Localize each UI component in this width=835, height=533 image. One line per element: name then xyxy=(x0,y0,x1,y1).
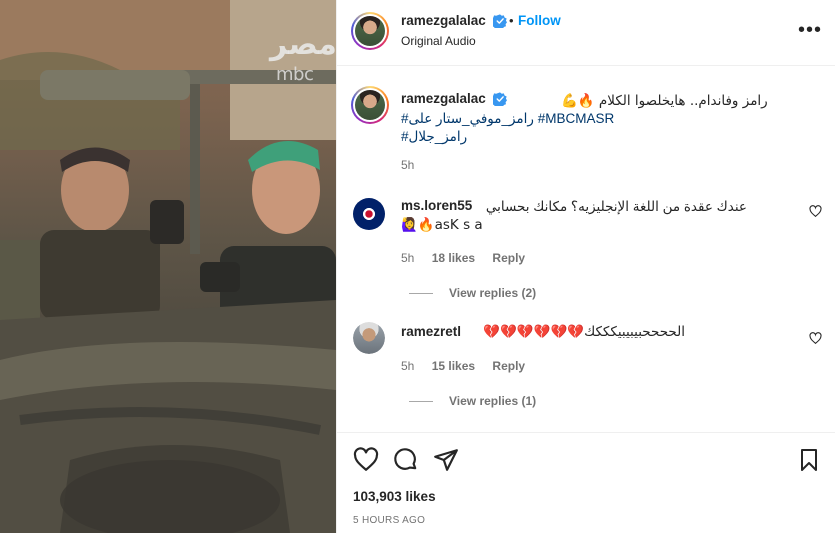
heart-icon[interactable] xyxy=(809,332,822,345)
separator-dot: • xyxy=(509,13,514,28)
comment-icon[interactable] xyxy=(393,447,419,473)
caption-hashtags-line: #رامز_موفي_ستار على #MBCMASR xyxy=(401,110,614,128)
comment-text-content: الححححبيبيبيكككك💔💔💔💔💔💔 xyxy=(483,324,685,340)
comment-meta: 5h 15 likes Reply xyxy=(401,359,539,373)
more-options-icon[interactable]: ••• xyxy=(798,20,822,40)
caption-timestamp[interactable]: 5h xyxy=(401,158,414,172)
hashtag-ramez-galal[interactable]: #رامز_جلال xyxy=(401,129,467,144)
watermark-arabic: مصر xyxy=(270,30,336,60)
view-replies-label: View replies (1) xyxy=(449,394,536,408)
comment-time[interactable]: 5h xyxy=(401,359,414,373)
view-replies-label: View replies (2) xyxy=(449,286,536,300)
caption-author-avatar[interactable] xyxy=(351,86,389,124)
reply-button[interactable]: Reply xyxy=(492,359,525,373)
caption-text: رامز وفاندام.. هايخلصوا الكلام 🔥💪 xyxy=(561,92,768,110)
divider-line xyxy=(409,401,433,402)
commenter-avatar[interactable] xyxy=(353,322,385,354)
hashtag-mbcmasr[interactable]: #MBCMASR xyxy=(538,111,615,126)
comment-username[interactable]: ms.loren55 xyxy=(401,198,472,213)
author-avatar[interactable] xyxy=(351,12,389,50)
mbc-masr-watermark: مصر mbc xyxy=(270,30,326,90)
comment-time[interactable]: 5h xyxy=(401,251,414,265)
hashtag-ramez-movie-star[interactable]: #رامز_موفي_ستار على xyxy=(401,111,534,126)
instagram-post: مصر mbc ramezgalalac • Follow Original A… xyxy=(0,0,835,533)
view-replies-button[interactable]: View replies (2) xyxy=(409,286,536,300)
post-actions: 103,903 likes 5 HOURS AGO xyxy=(337,432,835,533)
post-timestamp[interactable]: 5 HOURS AGO xyxy=(353,515,425,526)
reply-button[interactable]: Reply xyxy=(492,251,525,265)
comment-meta: 5h 18 likes Reply xyxy=(401,251,539,265)
heart-icon[interactable] xyxy=(353,447,379,473)
bookmark-icon[interactable] xyxy=(797,447,821,473)
original-audio-link[interactable]: Original Audio xyxy=(401,34,476,48)
caption-hashtag-line-2: #رامز_جلال xyxy=(401,128,467,146)
likes-count[interactable]: 103,903 likes xyxy=(353,489,436,504)
comment-likes[interactable]: 15 likes xyxy=(432,359,475,373)
watermark-brand: mbc xyxy=(276,64,313,85)
post-header: ramezgalalac • Follow Original Audio ••• xyxy=(337,0,835,66)
comment-username[interactable]: ramezretl xyxy=(401,324,461,339)
verified-badge-icon xyxy=(493,92,507,106)
divider-line xyxy=(409,293,433,294)
post-video[interactable]: مصر mbc xyxy=(0,0,336,533)
verified-badge-icon xyxy=(493,14,507,28)
caption-username-text: ramezgalalac xyxy=(401,91,486,106)
view-replies-button[interactable]: View replies (1) xyxy=(409,394,536,408)
comment-text: عندك عقدة من اللغة الإنجليزيه؟ مكانك بحس… xyxy=(547,199,747,215)
comment-text-line-2: 🙋‍♀️🔥asK s a xyxy=(401,217,483,233)
heart-icon[interactable] xyxy=(809,205,822,218)
follow-button[interactable]: Follow xyxy=(518,13,561,28)
share-icon[interactable] xyxy=(433,447,459,473)
author-username-text: ramezgalalac xyxy=(401,13,486,28)
author-username[interactable]: ramezgalalac xyxy=(401,13,507,28)
commenter-avatar[interactable] xyxy=(353,198,385,230)
post-details-panel: ramezgalalac • Follow Original Audio •••… xyxy=(336,0,835,533)
comment-text: الححححبيبيبيكككك💔💔💔💔💔💔 xyxy=(495,324,685,340)
comment-likes[interactable]: 18 likes xyxy=(432,251,475,265)
caption-username[interactable]: ramezgalalac xyxy=(401,90,507,108)
